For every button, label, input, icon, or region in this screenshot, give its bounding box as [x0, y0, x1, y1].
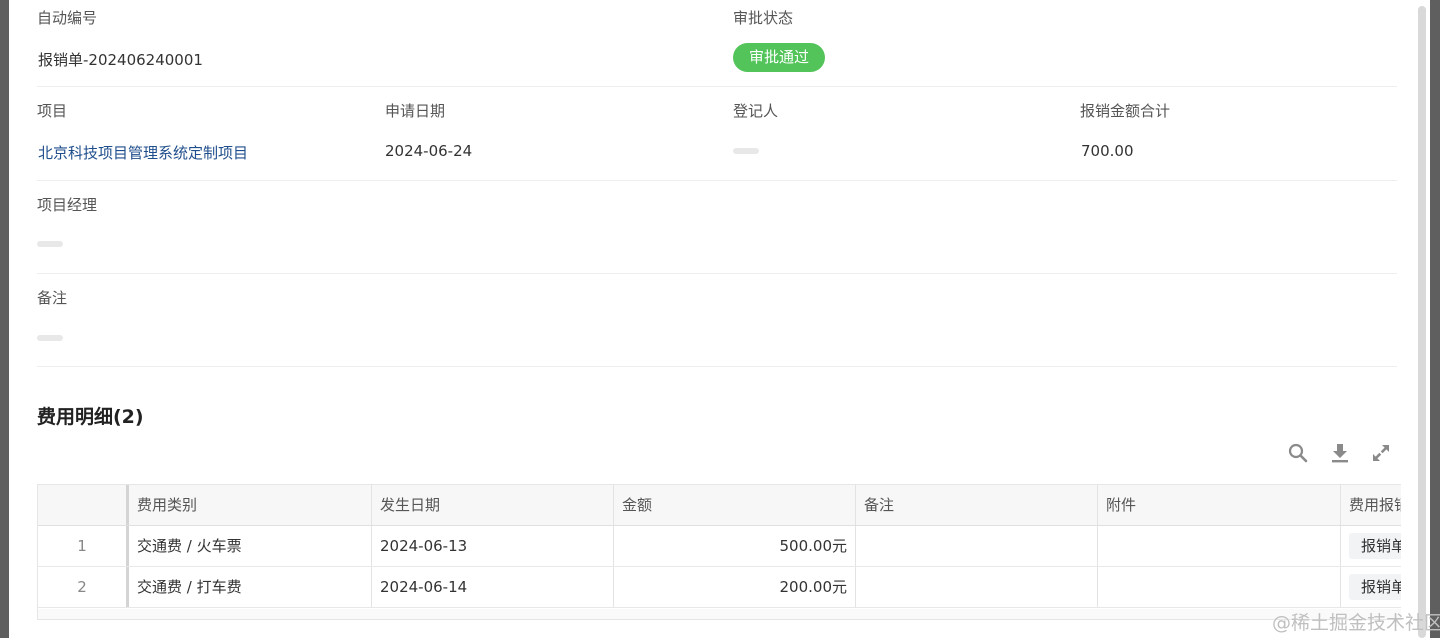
header-amount[interactable]: 金额	[614, 485, 856, 525]
table-horizontal-scrollbar[interactable]	[38, 609, 1401, 619]
registrant-label: 登记人	[733, 102, 779, 120]
reimbursement-link-chip[interactable]: 报销单	[1349, 574, 1401, 600]
remark-value-placeholder	[37, 335, 63, 341]
header-date[interactable]: 发生日期	[372, 485, 614, 525]
watermark-text: @稀土掘金技术社区	[1272, 612, 1440, 634]
window-frame-right	[1430, 0, 1440, 638]
divider	[37, 366, 1397, 367]
project-label: 项目	[37, 102, 68, 120]
expand-icon[interactable]	[1369, 441, 1393, 465]
note-cell	[856, 567, 1098, 607]
date-cell: 2024-06-13	[372, 526, 614, 566]
note-cell	[856, 526, 1098, 566]
search-icon[interactable]	[1286, 441, 1310, 465]
row-index: 1	[38, 526, 129, 566]
registrant-value-placeholder	[733, 148, 759, 154]
amount-cell: 200.00元	[614, 567, 856, 607]
header-category[interactable]: 费用类别	[129, 485, 372, 525]
row-index: 2	[38, 567, 129, 607]
header-note[interactable]: 备注	[856, 485, 1098, 525]
auto-number-value: 报销单-202406240001	[38, 51, 203, 69]
attachment-cell	[1098, 526, 1341, 566]
project-manager-value-placeholder	[37, 241, 63, 247]
expense-details-title: 费用明细(2)	[37, 406, 144, 428]
approval-status-badge: 审批通过	[733, 43, 825, 72]
date-cell: 2024-06-14	[372, 567, 614, 607]
apply-date-value: 2024-06-24	[385, 142, 473, 160]
project-manager-label: 项目经理	[37, 196, 98, 214]
project-link[interactable]: 北京科技项目管理系统定制项目	[38, 142, 248, 163]
reimbursement-link-chip[interactable]: 报销单	[1349, 533, 1401, 559]
attachment-cell	[1098, 567, 1341, 607]
record-detail-panel: 自动编号 报销单-202406240001 审批状态 审批通过 项目 北京科技项…	[37, 0, 1401, 638]
category-cell: 交通费 / 打车费	[129, 567, 372, 607]
divider	[37, 180, 1397, 181]
expense-details-table: 费用类别 发生日期 金额 备注 附件 费用报销 1 交通费 / 火车票 2024…	[37, 484, 1401, 620]
table-row[interactable]: 2 交通费 / 打车费 2024-06-14 200.00元 报销单	[38, 567, 1401, 608]
divider	[37, 273, 1397, 274]
total-amount-value: 700.00	[1081, 142, 1134, 160]
header-reimburse[interactable]: 费用报销	[1341, 485, 1401, 525]
apply-date-label: 申请日期	[385, 102, 446, 120]
reimburse-cell: 报销单	[1341, 567, 1401, 607]
download-icon[interactable]	[1328, 441, 1352, 465]
amount-cell: 500.00元	[614, 526, 856, 566]
remark-label: 备注	[37, 289, 68, 307]
reimburse-cell: 报销单	[1341, 526, 1401, 566]
window-frame-left	[0, 0, 9, 638]
table-row[interactable]: 1 交通费 / 火车票 2024-06-13 500.00元 报销单	[38, 526, 1401, 567]
vertical-scrollbar[interactable]	[1418, 6, 1426, 638]
total-amount-label: 报销金额合计	[1080, 102, 1171, 120]
category-cell: 交通费 / 火车票	[129, 526, 372, 566]
divider	[37, 86, 1397, 87]
approval-status-label: 审批状态	[733, 9, 794, 27]
table-header: 费用类别 发生日期 金额 备注 附件 费用报销	[38, 485, 1401, 526]
header-attachment[interactable]: 附件	[1098, 485, 1341, 525]
auto-number-label: 自动编号	[37, 9, 98, 27]
header-index	[38, 485, 129, 525]
